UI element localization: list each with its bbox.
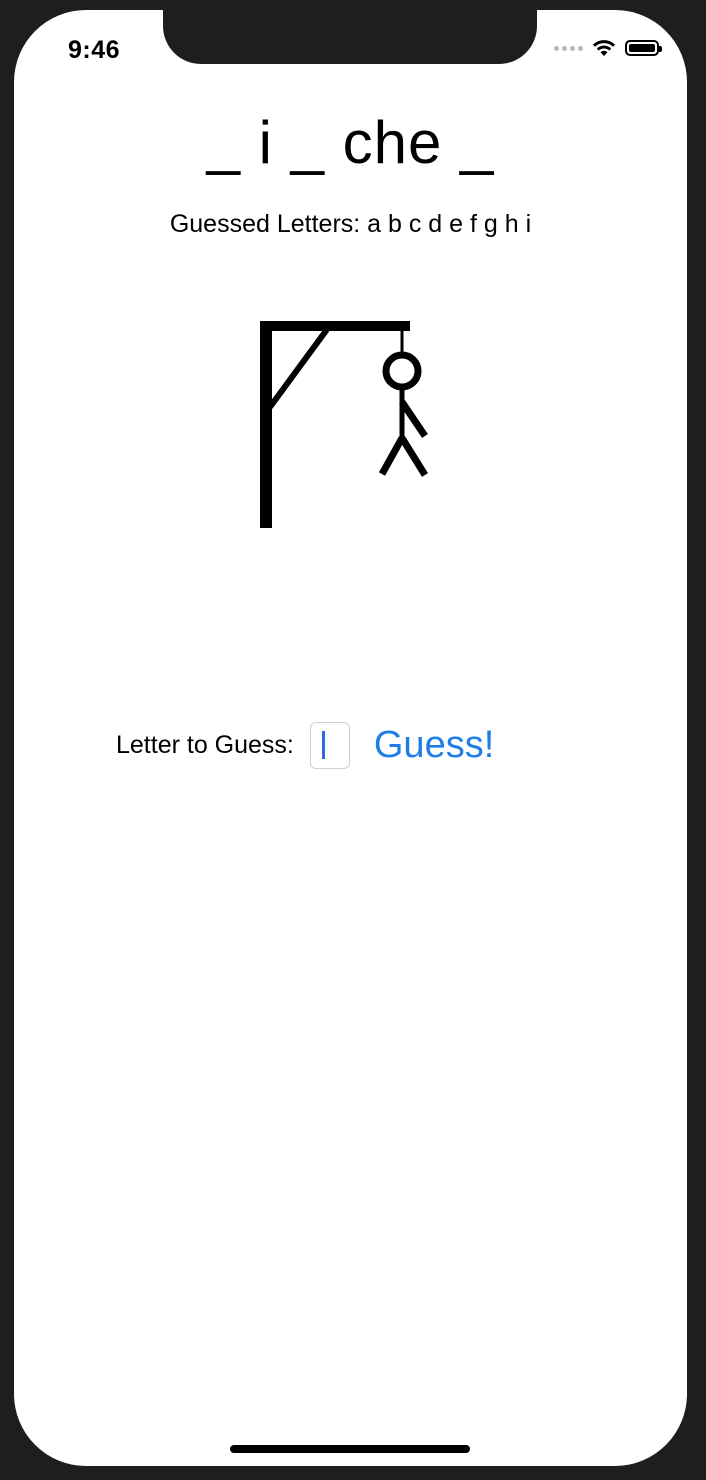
app-screen: 9:46 _ i _ che _ Guessed Letters: a b c … (14, 10, 687, 1466)
guess-row: Letter to Guess: Guess! (116, 722, 494, 769)
guess-button[interactable]: Guess! (374, 724, 494, 767)
signal-dots-icon (554, 45, 583, 51)
word-display: _ i _ che _ (206, 109, 495, 176)
status-time: 9:46 (68, 36, 121, 64)
letter-input-wrapper (309, 722, 350, 769)
letter-input[interactable] (309, 722, 350, 769)
home-indicator[interactable] (230, 1445, 470, 1453)
status-icons (554, 38, 662, 58)
hangman-gallows-icon (260, 321, 428, 528)
guessed-letters-label: Guessed Letters: a b c d e f g h i (169, 210, 532, 238)
letter-to-guess-label: Letter to Guess: (116, 731, 294, 759)
text-caret (321, 731, 325, 759)
wifi-icon (593, 40, 615, 56)
notch (163, 10, 537, 64)
battery-icon (625, 40, 662, 56)
device-frame: 9:46 _ i _ che _ Guessed Letters: a b c … (0, 0, 706, 1480)
